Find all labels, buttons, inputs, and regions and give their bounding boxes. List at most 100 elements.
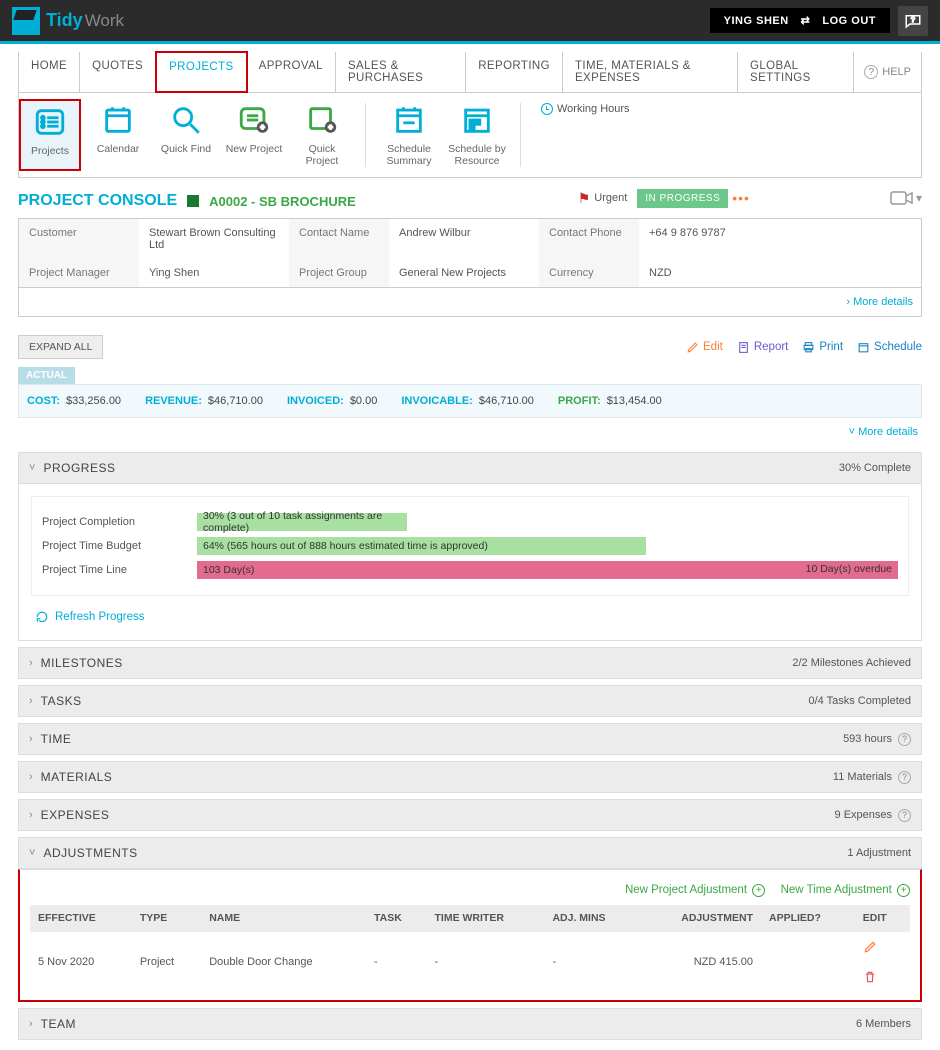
brand-1: Tidy <box>46 10 83 31</box>
tab-projects[interactable]: PROJECTS <box>155 51 248 93</box>
project-info: Customer Stewart Brown Consulting Ltd Co… <box>18 218 922 288</box>
panel-tasks[interactable]: ›TASKS0/4 Tasks Completed <box>18 685 922 717</box>
tab-approval[interactable]: APPROVAL <box>247 52 336 92</box>
urgent-label: Urgent <box>594 192 627 204</box>
panel-materials[interactable]: ›MATERIALS11 Materials? <box>18 761 922 793</box>
refresh-progress-link[interactable]: Refresh Progress <box>31 606 148 628</box>
adjustments-table: EFFECTIVE TYPE NAME TASK TIME WRITER ADJ… <box>30 905 910 992</box>
user-name: YING SHEN <box>724 15 789 27</box>
search-icon <box>169 103 203 137</box>
schedule-resource-icon <box>460 103 494 137</box>
chevron-down-icon: ˅ <box>29 847 35 859</box>
tool-projects[interactable]: Projects <box>19 99 81 171</box>
expand-all-button[interactable]: EXPAND ALL <box>18 335 103 359</box>
chevron-right-icon: › <box>29 657 33 669</box>
help-icon[interactable]: ? <box>898 809 911 822</box>
user-box: YING SHEN ⇄ LOG OUT <box>710 8 890 33</box>
switch-icon[interactable]: ⇄ <box>801 14 811 27</box>
customer-label: Customer <box>19 219 139 259</box>
panel-team[interactable]: ›TEAM6 Members <box>18 1008 922 1040</box>
tool-quickproject[interactable]: Quick Project <box>291 99 353 171</box>
currency-value: NZD <box>639 259 739 287</box>
tab-reporting[interactable]: REPORTING <box>466 52 563 92</box>
chevron-right-icon: › <box>29 771 33 783</box>
print-link[interactable]: Print <box>802 341 843 354</box>
panel-adjustments[interactable]: ˅ADJUSTMENTS1 Adjustment <box>18 837 922 869</box>
top-bar: Tidy Work YING SHEN ⇄ LOG OUT ? <box>0 0 940 44</box>
help-icon: ? <box>864 65 878 79</box>
toolbar: Projects Calendar Quick Find New Project… <box>18 93 922 178</box>
contact-name-label: Contact Name <box>289 219 389 259</box>
logo[interactable]: Tidy Work <box>12 7 124 35</box>
help-icon[interactable]: ? <box>898 733 911 746</box>
currency-label: Currency <box>539 259 639 287</box>
budget-bar: 64% (565 hours out of 888 hours estimate… <box>197 537 646 555</box>
list-icon <box>33 105 67 139</box>
help-icon[interactable]: ? <box>898 771 911 784</box>
plus-icon: + <box>752 884 765 897</box>
more-details-link[interactable]: › More details <box>18 288 922 317</box>
tool-schedule-summary[interactable]: Schedule Summary <box>378 99 440 171</box>
new-time-adjustment-link[interactable]: New Time Adjustment + <box>781 884 910 896</box>
new-project-icon <box>237 103 271 137</box>
tab-home[interactable]: HOME <box>19 52 80 92</box>
more-menu-icon[interactable]: ••• <box>732 190 750 206</box>
chevron-right-icon: › <box>29 733 33 745</box>
working-hours[interactable]: Working Hours <box>533 99 638 171</box>
project-code: A0002 - SB BROCHURE <box>209 194 356 209</box>
adjustments-body: New Project Adjustment + New Time Adjust… <box>18 869 922 1002</box>
pm-value: Ying Shen <box>139 259 289 287</box>
chevron-down-icon[interactable]: ▾ <box>916 191 922 205</box>
chevron-right-icon: › <box>29 809 33 821</box>
schedule-summary-icon <box>392 103 426 137</box>
finance-bar: COST:$33,256.00 REVENUE:$46,710.00 INVOI… <box>18 384 922 418</box>
tab-sales[interactable]: SALES & PURCHASES <box>336 52 466 92</box>
svg-text:?: ? <box>911 14 915 23</box>
tab-time[interactable]: TIME, MATERIALS & EXPENSES <box>563 52 738 92</box>
contact-name-value: Andrew Wilbur <box>389 219 539 259</box>
finance-more-link[interactable]: ˅ More details <box>18 418 922 446</box>
contact-phone-value: +64 9 876 9787 <box>639 219 739 259</box>
brand-2: Work <box>85 11 124 31</box>
chevron-down-icon: ˅ <box>29 462 35 474</box>
chevron-right-icon: › <box>29 1018 33 1030</box>
clock-icon <box>541 103 553 115</box>
tool-schedule-resource[interactable]: Schedule by Resource <box>446 99 508 171</box>
edit-icon[interactable] <box>863 940 902 954</box>
status-badge: IN PROGRESS <box>637 189 728 208</box>
tool-quickfind[interactable]: Quick Find <box>155 99 217 171</box>
pg-value: General New Projects <box>389 259 539 287</box>
logout-link[interactable]: LOG OUT <box>822 15 876 27</box>
plus-icon: + <box>897 884 910 897</box>
timeline-bar: 103 Day(s) <box>197 561 898 579</box>
edit-link[interactable]: Edit <box>686 341 723 354</box>
tab-global[interactable]: GLOBAL SETTINGS <box>738 52 854 92</box>
calendar-icon <box>101 103 135 137</box>
tool-calendar[interactable]: Calendar <box>87 99 149 171</box>
page-title: PROJECT CONSOLE A0002 - SB BROCHURE <box>18 192 356 210</box>
help-button[interactable]: ?HELP <box>854 52 921 92</box>
panel-progress-header[interactable]: ˅ PROGRESS 30% Complete <box>18 452 922 484</box>
chevron-right-icon: › <box>29 695 33 707</box>
quick-project-icon <box>305 103 339 137</box>
customer-value: Stewart Brown Consulting Ltd <box>139 219 289 259</box>
pm-label: Project Manager <box>19 259 139 287</box>
logo-icon <box>12 7 40 35</box>
tab-quotes[interactable]: QUOTES <box>80 52 156 92</box>
new-project-adjustment-link[interactable]: New Project Adjustment + <box>625 884 765 896</box>
overdue-label: 10 Day(s) overdue <box>806 563 892 575</box>
status-square-icon <box>187 195 199 207</box>
panel-time[interactable]: ›TIME593 hours? <box>18 723 922 755</box>
camera-icon[interactable] <box>890 189 914 207</box>
pg-label: Project Group <box>289 259 389 287</box>
schedule-link[interactable]: Schedule <box>857 341 922 354</box>
tool-newproject[interactable]: New Project <box>223 99 285 171</box>
main-tabs: HOME QUOTES PROJECTS APPROVAL SALES & PU… <box>18 52 922 93</box>
delete-icon[interactable] <box>863 970 902 984</box>
panel-expenses[interactable]: ›EXPENSES9 Expenses? <box>18 799 922 831</box>
actual-tab[interactable]: ACTUAL <box>18 367 75 384</box>
flag-icon[interactable]: ⚑ <box>578 190 591 207</box>
help-chat-icon[interactable]: ? <box>898 6 928 36</box>
report-link[interactable]: Report <box>737 341 789 354</box>
panel-milestones[interactable]: ›MILESTONES2/2 Milestones Achieved <box>18 647 922 679</box>
